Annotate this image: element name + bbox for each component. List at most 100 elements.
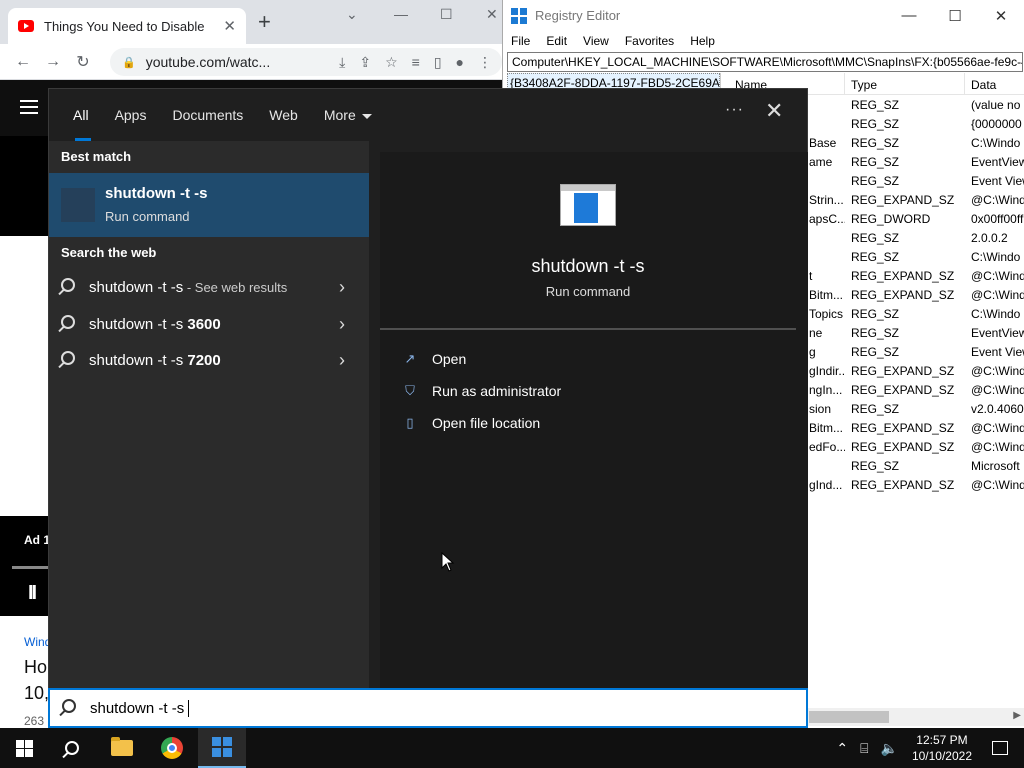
- bookmark-star-icon[interactable]: ☆: [385, 54, 398, 71]
- value-type: REG_SZ: [851, 306, 900, 321]
- tab-apps[interactable]: Apps: [105, 89, 157, 141]
- tab-documents[interactable]: Documents: [162, 89, 253, 141]
- clock-date: 10/10/2022: [911, 749, 972, 763]
- lock-icon[interactable]: 🔒: [122, 56, 136, 69]
- chrome-taskbar-button[interactable]: [148, 728, 196, 768]
- address-bar[interactable]: 🔒 youtube.com/watc... ⤓ ⇪ ☆ ≡ ▯ ● ⋮: [110, 48, 502, 76]
- text-caret: [188, 699, 190, 717]
- action-open[interactable]: ↗ Open: [402, 347, 467, 371]
- volume-icon[interactable]: 🔈: [881, 740, 898, 757]
- menu-file[interactable]: File: [511, 34, 530, 48]
- close-tab-icon[interactable]: ✕: [223, 17, 236, 35]
- value-data: @C:\Wind: [971, 477, 1024, 492]
- value-type: REG_EXPAND_SZ: [851, 382, 955, 397]
- value-type: REG_DWORD: [851, 211, 931, 226]
- value-type: REG_EXPAND_SZ: [851, 420, 955, 435]
- menu-favorites[interactable]: Favorites: [625, 34, 674, 48]
- maximize-icon[interactable]: ☐: [932, 7, 978, 25]
- url-text: youtube.com/watc...: [145, 54, 271, 70]
- action-run-as-admin[interactable]: ⛉ Run as administrator: [402, 379, 561, 403]
- minimize-icon[interactable]: —: [394, 6, 408, 22]
- file-explorer-button[interactable]: [98, 728, 146, 768]
- web-result[interactable]: shutdown -t -s - See web results ›: [49, 269, 369, 305]
- shield-icon: ⛉: [405, 383, 415, 398]
- taskbar-search-button[interactable]: [48, 728, 96, 768]
- detail-title: shutdown -t -s: [531, 256, 645, 276]
- run-command-icon: [61, 188, 95, 222]
- tab-all[interactable]: All: [63, 89, 99, 141]
- new-tab-button[interactable]: +: [258, 11, 271, 33]
- search-query: shutdown -t -s: [90, 699, 185, 717]
- result-detail-pane: shutdown -t -s Run command ↗ Open ⛉ Run …: [380, 152, 808, 689]
- web-result[interactable]: shutdown -t -s 7200 ›: [49, 342, 369, 378]
- menu-view[interactable]: View: [583, 34, 609, 48]
- tab-search-icon[interactable]: ⌄: [346, 6, 358, 23]
- chevron-right-icon[interactable]: ›: [339, 314, 369, 335]
- start-search-panel: All Apps Documents Web More ··· ✕ Best m…: [48, 88, 808, 728]
- scroll-right-icon[interactable]: ▶: [1013, 710, 1021, 721]
- tab-web[interactable]: Web: [259, 89, 308, 141]
- close-icon[interactable]: ✕: [765, 98, 783, 124]
- chrome-icon: [161, 737, 183, 759]
- reload-icon[interactable]: ↻: [68, 52, 98, 72]
- regedit-taskbar-button[interactable]: [198, 728, 246, 768]
- best-match-result[interactable]: shutdown -t -s Run command: [49, 173, 369, 237]
- folder-icon: [111, 737, 133, 756]
- minimize-icon[interactable]: —: [886, 7, 932, 25]
- value-type: REG_SZ: [851, 116, 900, 131]
- maximize-icon[interactable]: ☐: [440, 6, 453, 23]
- action-open-file-location[interactable]: ▯ Open file location: [402, 411, 540, 435]
- youtube-icon: [18, 20, 34, 32]
- search-icon: [61, 278, 75, 292]
- clock[interactable]: 12:57 PM 10/10/2022: [912, 732, 972, 764]
- more-icon[interactable]: ⋮: [478, 54, 492, 71]
- scrollbar-thumb[interactable]: [809, 711, 889, 723]
- value-type: REG_SZ: [851, 325, 900, 340]
- menu-edit[interactable]: Edit: [546, 34, 567, 48]
- ad-label: Ad 1: [24, 533, 51, 547]
- network-icon[interactable]: ⌸: [860, 740, 868, 757]
- close-icon[interactable]: ✕: [486, 6, 498, 23]
- back-icon[interactable]: ←: [8, 53, 38, 71]
- taskbar: ⌃ ⌸ 🔈 12:57 PM 10/10/2022: [0, 728, 1024, 768]
- close-icon[interactable]: ✕: [978, 7, 1024, 25]
- column-data[interactable]: Data: [965, 73, 1024, 94]
- queue-icon[interactable]: ≡: [412, 54, 420, 71]
- value-data: @C:\Wind: [971, 363, 1024, 378]
- regedit-title: Registry Editor: [535, 8, 621, 23]
- search-icon: [61, 315, 75, 329]
- chevron-right-icon[interactable]: ›: [339, 350, 369, 371]
- file-location-icon: ▯: [406, 415, 414, 430]
- best-match-heading: Best match: [61, 149, 132, 164]
- value-data: @C:\Wind: [971, 287, 1024, 302]
- chrome-tab[interactable]: Things You Need to Disable ✕: [8, 8, 246, 44]
- value-data: @C:\Wind: [971, 420, 1024, 435]
- more-options-icon[interactable]: ···: [725, 101, 744, 119]
- value-data: C:\Windo: [971, 306, 1021, 321]
- notification-icon[interactable]: [992, 741, 1008, 755]
- forward-icon[interactable]: →: [38, 53, 68, 71]
- tab-more[interactable]: More: [314, 89, 382, 141]
- chevron-right-icon[interactable]: ›: [339, 277, 369, 298]
- web-result[interactable]: shutdown -t -s 3600 ›: [49, 306, 369, 342]
- hamburger-menu-icon[interactable]: [20, 100, 38, 114]
- value-data: C:\Windo: [971, 135, 1021, 150]
- value-type: REG_SZ: [851, 230, 900, 245]
- search-filter-tabs: All Apps Documents Web More: [49, 89, 809, 141]
- start-button[interactable]: [0, 728, 48, 768]
- column-type[interactable]: Type: [845, 73, 965, 94]
- registry-address-bar[interactable]: Computer\HKEY_LOCAL_MACHINE\SOFTWARE\Mic…: [507, 52, 1023, 72]
- menu-help[interactable]: Help: [690, 34, 715, 48]
- pause-icon[interactable]: II: [28, 582, 37, 605]
- share-icon[interactable]: ⇪: [359, 54, 371, 71]
- side-panel-icon[interactable]: ▯: [434, 54, 442, 71]
- value-type: REG_SZ: [851, 173, 900, 188]
- profile-avatar-icon[interactable]: ●: [456, 54, 464, 71]
- install-icon[interactable]: ⤓: [339, 54, 345, 71]
- search-input[interactable]: shutdown -t -s: [48, 688, 808, 728]
- value-type: REG_EXPAND_SZ: [851, 192, 955, 207]
- open-icon: ↗: [404, 351, 416, 366]
- regedit-icon: [212, 737, 232, 757]
- chevron-up-icon[interactable]: ⌃: [836, 740, 848, 757]
- value-data: @C:\Wind: [971, 192, 1024, 207]
